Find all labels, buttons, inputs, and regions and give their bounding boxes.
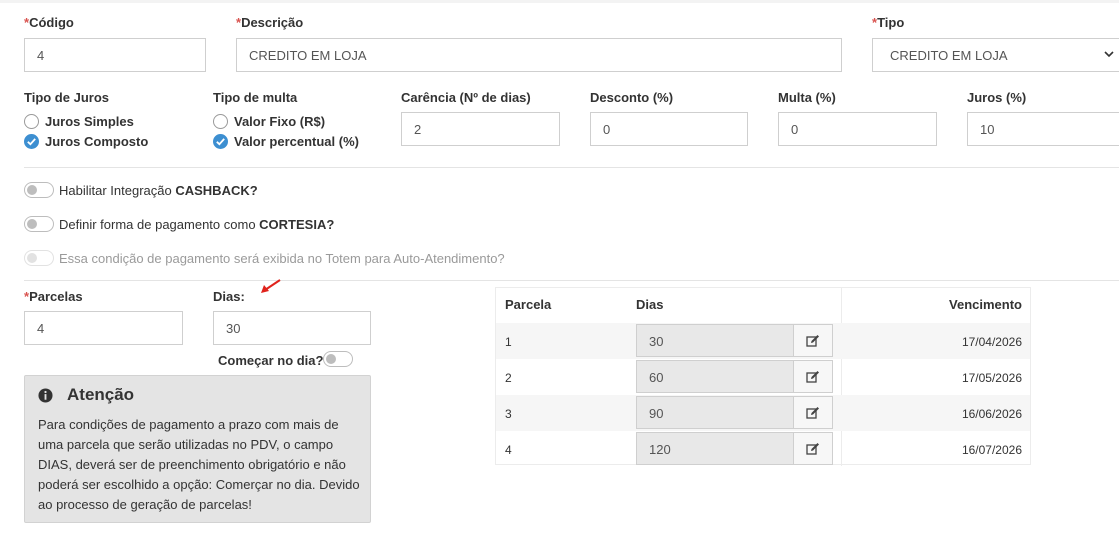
codigo-value: 4 [37, 47, 45, 63]
parcela-cell: 2 [505, 371, 512, 385]
dias-cell-value: 90 [649, 406, 664, 421]
radio-valor-percentual-label: Valor percentual (%) [234, 134, 359, 149]
cortesia-toggle[interactable] [24, 216, 54, 232]
column-header-parcela: Parcela [505, 297, 552, 312]
juros-label: Juros (%) [967, 90, 1027, 105]
radio-juros-simples[interactable]: Juros Simples [24, 114, 134, 129]
table-row: 1 30 17/04/2026 [496, 323, 1030, 359]
desconto-value: 0 [603, 121, 611, 137]
totem-toggle[interactable] [24, 250, 54, 266]
parcela-cell: 1 [505, 335, 512, 349]
dias-cell-value: 30 [649, 334, 664, 349]
tipo-multa-label: Tipo de multa [213, 90, 298, 105]
cashback-toggle-label: Habilitar Integração CASHBACK? [59, 183, 258, 198]
radio-empty-icon[interactable] [24, 114, 39, 129]
edit-button[interactable] [793, 397, 832, 428]
edit-icon [806, 370, 819, 383]
juros-value: 10 [980, 121, 995, 137]
multa-label: Multa (%) [778, 90, 836, 105]
attention-alert: Atenção Para condições de pagamento a pr… [24, 375, 371, 523]
tipo-label: *Tipo [872, 15, 904, 30]
alert-title: Atenção [67, 385, 135, 404]
edit-button[interactable] [793, 433, 832, 464]
divider [24, 280, 1119, 281]
comecar-toggle[interactable] [323, 351, 353, 367]
table-row: 2 60 17/05/2026 [496, 359, 1030, 395]
multa-input[interactable]: 0 [778, 112, 937, 146]
dias-label: Dias: [213, 289, 245, 304]
dias-cell-value: 60 [649, 370, 664, 385]
carencia-input[interactable]: 2 [401, 112, 560, 146]
tipo-juros-label: Tipo de Juros [24, 90, 109, 105]
radio-juros-composto-label: Juros Composto [45, 134, 149, 149]
vencimento-cell: 17/05/2026 [961, 371, 1022, 385]
radio-valor-fixo[interactable]: Valor Fixo (R$) [213, 114, 325, 129]
tipo-select[interactable]: CREDITO EM LOJA [872, 38, 1119, 72]
vencimento-cell: 16/07/2026 [961, 443, 1022, 457]
alert-text: Para condições de pagamento a prazo com … [38, 417, 360, 512]
juros-input[interactable]: 10 [967, 112, 1119, 146]
dias-cell-input[interactable]: 30 [636, 324, 833, 357]
edit-icon [806, 406, 819, 419]
desconto-input[interactable]: 0 [590, 112, 748, 146]
edit-button[interactable] [793, 325, 832, 356]
dias-cell-input[interactable]: 60 [636, 360, 833, 393]
edit-icon [806, 334, 819, 347]
vencimento-cell: 16/06/2026 [961, 407, 1022, 421]
vencimento-cell: 17/04/2026 [961, 335, 1022, 349]
desconto-label: Desconto (%) [590, 90, 674, 105]
descricao-label: *Descrição [236, 15, 303, 30]
codigo-label-text: Código [29, 15, 74, 30]
carencia-label: Carência (Nº de dias) [401, 90, 531, 105]
edit-icon [806, 442, 819, 455]
multa-value: 0 [791, 121, 799, 137]
table-row: 3 90 16/06/2026 [496, 395, 1030, 431]
parcelas-label-text: Parcelas [29, 289, 83, 304]
codigo-input[interactable]: 4 [24, 38, 206, 72]
codigo-label: *Código [24, 15, 74, 30]
chevron-down-icon [1104, 51, 1114, 58]
parcelas-label: *Parcelas [24, 289, 83, 304]
column-header-dias: Dias [636, 297, 664, 312]
parcela-cell: 4 [505, 443, 512, 457]
parcela-cell: 3 [505, 407, 512, 421]
descricao-label-text: Descrição [241, 15, 304, 30]
parcelas-table: Parcela Dias Vencimento 1 30 17/04/2026 … [495, 287, 1031, 467]
dias-value: 30 [226, 320, 241, 336]
radio-valor-percentual[interactable]: Valor percentual (%) [213, 134, 359, 149]
dias-cell-value: 120 [649, 442, 671, 457]
cortesia-bold-text: CORTESIA? [259, 217, 335, 232]
cashback-text: Habilitar Integração [59, 183, 176, 198]
radio-checked-icon[interactable] [24, 134, 39, 149]
radio-juros-composto[interactable]: Juros Composto [24, 134, 148, 149]
cortesia-toggle-label: Definir forma de pagamento como CORTESIA… [59, 217, 334, 232]
parcelas-value: 4 [37, 320, 45, 336]
radio-juros-simples-label: Juros Simples [45, 114, 134, 129]
column-header-vencimento: Vencimento [949, 297, 1022, 312]
dias-input[interactable]: 30 [213, 311, 371, 345]
cashback-toggle[interactable] [24, 182, 54, 198]
tipo-label-text: Tipo [877, 15, 905, 30]
dias-cell-input[interactable]: 90 [636, 396, 833, 429]
radio-empty-icon[interactable] [213, 114, 228, 129]
top-border [0, 0, 1119, 3]
table-row: 4 120 16/07/2026 [496, 431, 1030, 467]
dias-cell-input[interactable]: 120 [636, 432, 833, 465]
carencia-value: 2 [414, 121, 422, 137]
radio-checked-icon[interactable] [213, 134, 228, 149]
descricao-input[interactable]: CREDITO EM LOJA [236, 38, 842, 72]
edit-button[interactable] [793, 361, 832, 392]
comecar-label: Começar no dia? [218, 353, 324, 368]
descricao-value: CREDITO EM LOJA [249, 47, 367, 63]
radio-valor-fixo-label: Valor Fixo (R$) [234, 114, 326, 129]
totem-toggle-label: Essa condição de pagamento será exibida … [59, 251, 505, 266]
cashback-bold-text: CASHBACK? [175, 183, 258, 198]
tipo-value: CREDITO EM LOJA [890, 47, 1008, 63]
parcelas-input[interactable]: 4 [24, 311, 183, 345]
divider [24, 167, 1119, 168]
info-icon [38, 388, 53, 403]
cortesia-text: Definir forma de pagamento como [59, 217, 260, 232]
red-arrow-annotation-icon [261, 279, 281, 293]
